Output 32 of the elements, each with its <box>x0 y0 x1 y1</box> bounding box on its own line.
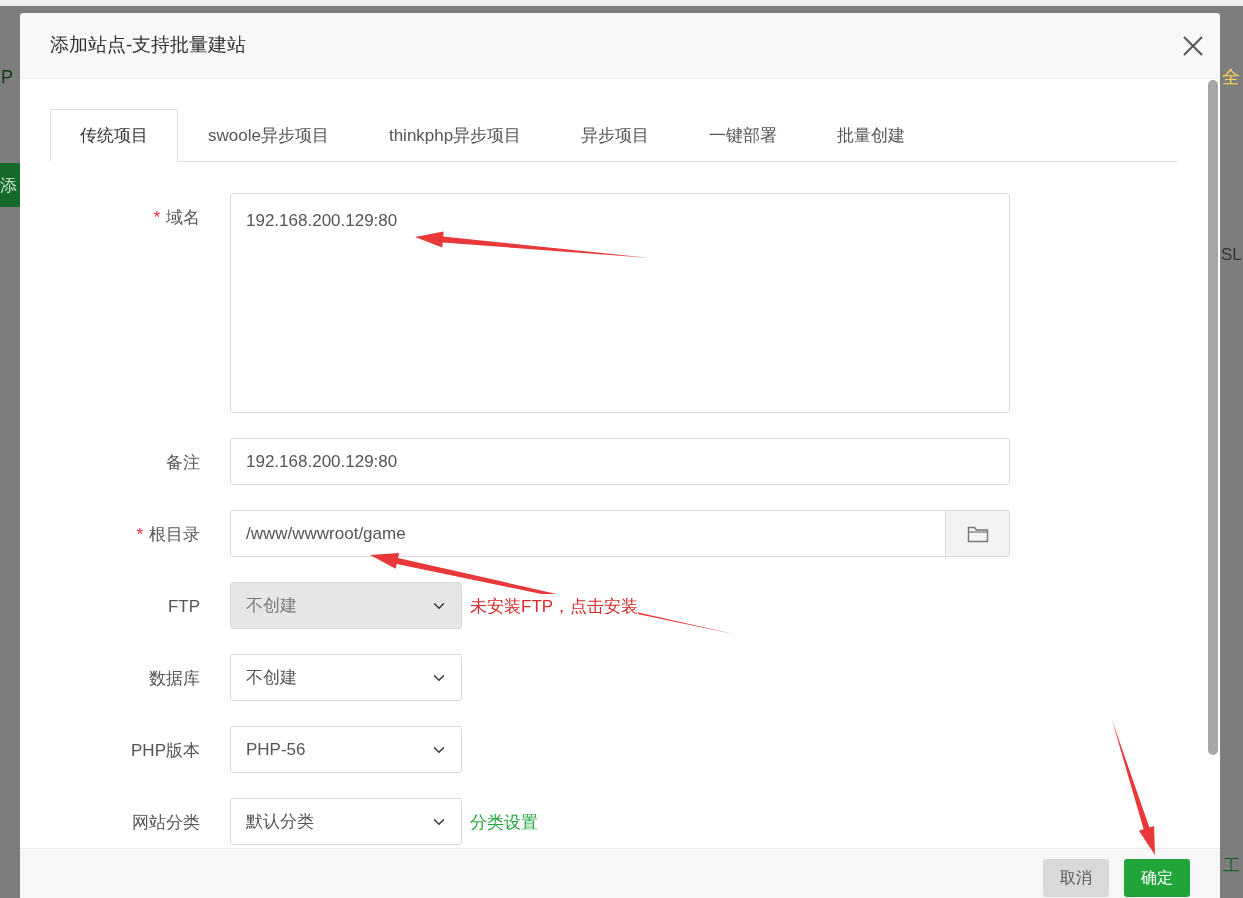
tab[interactable]: thinkphp异步项目 <box>358 109 552 162</box>
field-label: FTP <box>167 597 200 616</box>
background-text: SL <box>1221 244 1242 266</box>
close-icon[interactable] <box>1182 34 1204 57</box>
dialog-title: 添加站点-支持批量建站 <box>50 33 247 58</box>
tab[interactable]: 一键部署 <box>679 109 808 162</box>
add-button[interactable]: 添 <box>0 163 22 207</box>
domain-field[interactable]: 192.168.200.129:80 <box>230 193 1010 413</box>
cancel-button[interactable]: 取消 <box>1043 859 1109 897</box>
path-field[interactable]: /www/wwwroot/game <box>230 510 946 557</box>
field-label: 数据库 <box>149 669 200 688</box>
field-label: 根目录 <box>149 525 200 544</box>
field-label: 域名 <box>166 208 200 227</box>
tab[interactable]: 传统项目 <box>50 109 178 162</box>
field-label: 备注 <box>166 453 200 472</box>
input-field[interactable]: 192.168.200.129:80 <box>230 438 1010 485</box>
tab[interactable]: swoole异步项目 <box>178 109 359 162</box>
tab[interactable]: 批量创建 <box>807 109 936 162</box>
background-text: P <box>1 66 13 89</box>
select-field[interactable]: 不创建 <box>230 654 462 701</box>
scrollbar[interactable] <box>1208 80 1218 755</box>
tab[interactable]: 异步项目 <box>551 109 680 162</box>
background-text: 工 <box>1223 855 1240 877</box>
required-mark: * <box>136 525 143 544</box>
folder-button[interactable] <box>946 510 1010 557</box>
field-label: PHP版本 <box>131 741 200 760</box>
folder-icon <box>966 524 989 543</box>
field-label: 网站分类 <box>132 813 200 832</box>
required-mark: * <box>153 208 160 227</box>
select-field[interactable]: PHP-56 <box>230 726 462 773</box>
select-field[interactable]: 默认分类 <box>230 798 462 845</box>
background-text: 全 <box>1222 66 1240 89</box>
